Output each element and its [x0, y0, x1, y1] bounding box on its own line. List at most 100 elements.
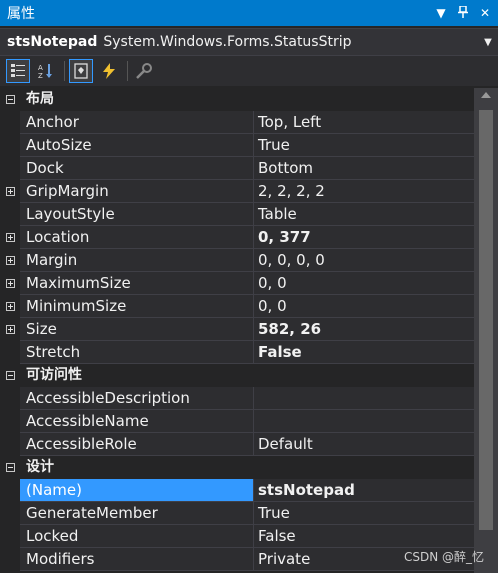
object-selector[interactable]: stsNotepad System.Windows.Forms.StatusSt… — [0, 28, 498, 56]
expand-icon[interactable] — [5, 279, 15, 288]
collapse-icon[interactable] — [5, 371, 15, 380]
property-row[interactable]: AccessibleName — [0, 410, 474, 433]
vertical-scrollbar[interactable] — [474, 88, 498, 573]
collapse-icon[interactable] — [5, 95, 15, 104]
alphabetical-icon[interactable]: AZ — [34, 59, 58, 83]
expand-icon[interactable] — [5, 302, 15, 311]
property-value[interactable]: 0, 0 — [254, 272, 474, 295]
property-row[interactable]: Stretch False — [0, 341, 474, 364]
panel-title-bar: 属性 ▼ ✕ — [0, 0, 498, 26]
property-value[interactable]: False — [254, 341, 474, 364]
property-value[interactable]: 0, 0 — [254, 295, 474, 318]
property-row[interactable]: Anchor Top, Left — [0, 111, 474, 134]
property-value[interactable]: 2, 2, 2, 2 — [254, 180, 474, 203]
gutter — [0, 548, 20, 571]
property-name[interactable]: MaximumSize — [20, 272, 254, 295]
close-icon[interactable]: ✕ — [476, 6, 494, 20]
property-name[interactable]: Size — [20, 318, 254, 341]
property-name[interactable]: Stretch — [20, 341, 254, 364]
category-row[interactable]: 布局 — [0, 88, 474, 111]
properties-icon[interactable] — [69, 59, 93, 83]
toolbar-separator — [64, 61, 65, 81]
gutter — [0, 88, 20, 111]
gutter — [0, 111, 20, 134]
category-row[interactable]: 设计 — [0, 456, 474, 479]
property-row[interactable]: Location 0, 377 — [0, 226, 474, 249]
gutter — [0, 226, 20, 249]
expand-icon[interactable] — [5, 233, 15, 242]
property-row[interactable]: GenerateMember True — [0, 502, 474, 525]
gutter — [0, 134, 20, 157]
property-name[interactable]: AccessibleName — [20, 410, 254, 433]
property-value[interactable]: Bottom — [254, 157, 474, 180]
property-value[interactable]: stsNotepad — [254, 479, 474, 502]
expand-icon[interactable] — [5, 256, 15, 265]
property-row[interactable]: Size 582, 26 — [0, 318, 474, 341]
property-value[interactable]: 0, 377 — [254, 226, 474, 249]
property-value[interactable]: False — [254, 525, 474, 548]
scrollbar-thumb[interactable] — [479, 110, 493, 530]
property-row[interactable]: Dock Bottom — [0, 157, 474, 180]
property-row[interactable]: Margin 0, 0, 0, 0 — [0, 249, 474, 272]
property-name[interactable]: Dock — [20, 157, 254, 180]
property-value[interactable] — [254, 410, 474, 433]
property-row[interactable]: Modifiers Private — [0, 548, 474, 571]
property-name[interactable]: MinimumSize — [20, 295, 254, 318]
property-name[interactable]: GripMargin — [20, 180, 254, 203]
property-name[interactable]: AutoSize — [20, 134, 254, 157]
property-row[interactable]: AccessibleDescription — [0, 387, 474, 410]
gutter — [0, 387, 20, 410]
categorized-icon[interactable] — [6, 59, 30, 83]
property-pages-icon[interactable] — [132, 59, 156, 83]
property-value[interactable] — [254, 387, 474, 410]
property-row[interactable]: GripMargin 2, 2, 2, 2 — [0, 180, 474, 203]
property-name[interactable]: GenerateMember — [20, 502, 254, 525]
property-name[interactable]: LayoutStyle — [20, 203, 254, 226]
property-row[interactable]: AutoSize True — [0, 134, 474, 157]
property-row[interactable]: LayoutStyle Table — [0, 203, 474, 226]
category-label: 设计 — [20, 456, 474, 479]
property-row[interactable]: (Name) stsNotepad — [0, 479, 474, 502]
property-row[interactable]: AccessibleRole Default — [0, 433, 474, 456]
property-value[interactable]: Default — [254, 433, 474, 456]
gutter — [0, 203, 20, 226]
property-value[interactable]: True — [254, 134, 474, 157]
events-icon[interactable] — [97, 59, 121, 83]
property-row[interactable]: MaximumSize 0, 0 — [0, 272, 474, 295]
property-name[interactable]: AccessibleDescription — [20, 387, 254, 410]
watermark: CSDN @醉_忆 — [403, 550, 484, 564]
category-label: 布局 — [20, 88, 474, 111]
property-value[interactable]: True — [254, 502, 474, 525]
property-value[interactable]: 582, 26 — [254, 318, 474, 341]
property-grid: 布局 Anchor Top, Left AutoSize True Dock Bottom G… — [0, 88, 474, 571]
property-name[interactable]: Locked — [20, 525, 254, 548]
property-value[interactable]: 0, 0, 0, 0 — [254, 249, 474, 272]
expand-icon[interactable] — [5, 325, 15, 334]
dropdown-icon[interactable]: ▼ — [432, 6, 450, 20]
category-row[interactable]: 可访问性 — [0, 364, 474, 387]
category-label: 可访问性 — [20, 364, 474, 387]
scroll-up-icon[interactable] — [481, 92, 491, 98]
property-value[interactable]: Table — [254, 203, 474, 226]
collapse-icon[interactable] — [5, 463, 15, 472]
property-name[interactable]: (Name) — [20, 479, 254, 502]
property-name[interactable]: AccessibleRole — [20, 433, 254, 456]
expand-icon[interactable] — [5, 187, 15, 196]
property-name[interactable]: Anchor — [20, 111, 254, 134]
gutter — [0, 456, 20, 479]
property-row[interactable]: Locked False — [0, 525, 474, 548]
property-row[interactable]: MinimumSize 0, 0 — [0, 295, 474, 318]
pin-icon[interactable] — [454, 4, 472, 21]
property-name[interactable]: Margin — [20, 249, 254, 272]
property-name[interactable]: Location — [20, 226, 254, 249]
gutter — [0, 502, 20, 525]
property-toolbar: AZ — [0, 56, 498, 86]
gutter — [0, 410, 20, 433]
property-value[interactable]: Top, Left — [254, 111, 474, 134]
panel-title: 属性 — [7, 6, 35, 22]
svg-text:A: A — [38, 64, 43, 72]
svg-text:Z: Z — [38, 72, 43, 80]
property-name[interactable]: Modifiers — [20, 548, 254, 571]
gutter — [0, 318, 20, 341]
chevron-down-icon[interactable]: ▼ — [478, 37, 498, 48]
